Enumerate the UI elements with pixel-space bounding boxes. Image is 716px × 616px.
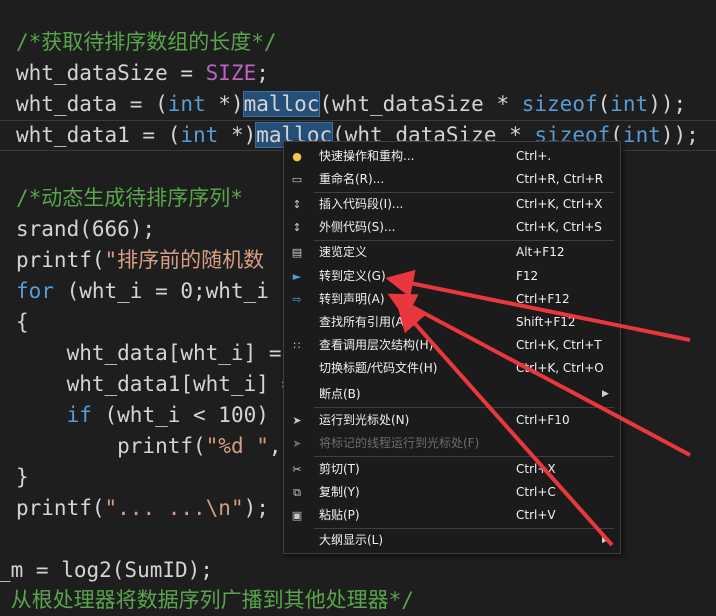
annotation-arrows (385, 269, 691, 547)
annotation-arrow (396, 303, 614, 547)
annotation-arrow (385, 269, 691, 342)
annotation-arrow (387, 293, 691, 457)
